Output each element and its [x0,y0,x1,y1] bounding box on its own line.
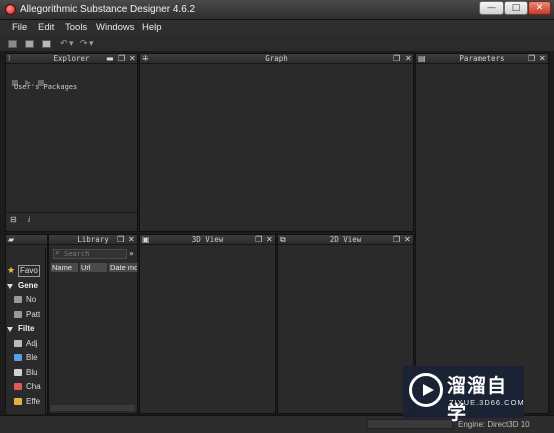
library-tree-item[interactable]: Adj [6,337,45,350]
pattern-icon [14,310,22,318]
float-icon[interactable]: ❐ [118,54,125,64]
menu-bar: File Edit Tools Windows Help [0,20,554,36]
library-tree-label: Gene [18,280,39,290]
redo-dropdown-icon[interactable]: ▾ [89,39,100,49]
library-tree-label: Effe [26,396,41,406]
open-package-icon[interactable] [25,39,36,49]
library-tree-item[interactable]: Effe [6,395,45,408]
graph-header: ⁜ Graph ❐ ✕ [140,54,413,64]
library-search-input[interactable]: ⌕ Search [53,249,127,259]
close-panel-icon[interactable]: ✕ [539,54,546,64]
main-toolbar: ↶ ▾ ↷ ▾ [0,36,554,52]
undo-dropdown-icon[interactable]: ▾ [69,39,80,49]
library-horizontal-scrollbar[interactable] [51,405,135,411]
explorer-header: ⁝ Explorer ▬ ❐ ✕ [6,54,137,64]
graph-title: Graph [265,54,288,63]
library-tree-item[interactable]: Filte [6,322,45,335]
library-tree-label: Filte [18,324,35,333]
parameters-panel: ▤ Parameters ❐ ✕ [415,53,549,414]
library-tree-item[interactable]: Patt [6,308,45,321]
play-logo-icon [409,373,443,407]
library-header: Library ❐ ✕ [49,235,137,245]
library-tree-item[interactable]: Blu [6,366,45,379]
parameters-body [416,65,548,413]
library-tree-item[interactable]: No [6,293,45,306]
title-bar: Allegorithmic Substance Designer 4.6.2 —… [0,0,554,20]
library-tree-label: Cha [26,382,41,391]
close-button[interactable]: ✕ [528,1,551,15]
float-icon[interactable]: ❐ [528,54,535,64]
library-tree-item[interactable]: ★ Favo [6,264,45,277]
library-search-placeholder: Search [64,250,90,258]
parameters-header: ▤ Parameters ❐ ✕ [416,54,548,64]
new-package-icon[interactable] [8,39,19,49]
float-icon[interactable]: ❐ [393,54,400,64]
triangle-down-icon [7,283,13,289]
window-title: Allegorithmic Substance Designer 4.6.2 [20,4,196,15]
folder-icon: ▰ [8,235,15,244]
menu-help[interactable]: Help [142,22,162,33]
user-packages-root[interactable]: User's Packages [14,83,77,91]
star-icon: ★ [7,265,16,275]
graph-canvas[interactable] [140,65,413,231]
view2d-header: ⧉ 2D View ❐ ✕ [278,235,413,245]
maximize-button[interactable]: □ [504,1,528,15]
menu-edit[interactable]: Edit [38,22,54,33]
library-tree-item[interactable]: Gene [6,279,45,292]
blur-icon [14,368,22,376]
library-tree-label: Patt [26,309,41,319]
search-icon: ⌕ [55,249,60,257]
float-icon[interactable]: ❐ [255,235,262,245]
view3d-header: ▣ 3D View ❐ ✕ [140,235,275,245]
explorer-footer: ⊟ i [6,212,137,226]
info-icon[interactable]: i [28,215,30,225]
close-panel-icon[interactable]: ✕ [404,235,411,245]
node-icon [14,296,22,303]
close-panel-icon[interactable]: ✕ [128,235,135,245]
float-icon[interactable]: ❐ [117,235,124,245]
library-panel: Library ❐ ✕ ⌕ Search » Name Url Date mo [48,234,138,414]
view3d-panel: ▣ 3D View ❐ ✕ [139,234,276,414]
expand-icon[interactable]: » [129,249,134,259]
effects-icon [14,397,22,405]
channels-icon [14,383,22,390]
close-panel-icon[interactable]: ✕ [129,54,136,64]
column-url[interactable]: Url [79,262,108,273]
new-icon[interactable]: ▬ [106,54,114,64]
status-progress-bar [367,419,453,429]
blend-icon [14,354,22,361]
watermark: 溜溜自学 ZIXUE.3D66.COM [403,366,525,424]
view2d-panel: ⧉ 2D View ❐ ✕ [277,234,414,414]
minimize-button[interactable]: — [479,1,504,15]
app-logo-icon [5,4,16,15]
float-icon[interactable]: ❐ [393,235,400,245]
view2d-canvas[interactable] [278,246,413,413]
library-tree-item[interactable]: Ble [6,351,45,364]
new-folder-icon[interactable]: ⊟ [10,215,17,225]
triangle-down-icon [7,327,13,332]
column-date-modified[interactable]: Date mo [108,262,138,273]
library-tree-header: ▰ [6,235,47,245]
close-panel-icon[interactable]: ✕ [266,235,273,245]
menu-tools[interactable]: Tools [65,22,87,33]
library-tree: ★ Favo Gene No Patt Filte Adj Ble Blu Cha Effe [6,248,46,414]
view3d-canvas[interactable] [140,246,275,413]
menu-windows[interactable]: Windows [96,22,135,33]
library-tree-label: Blu [26,367,38,377]
explorer-panel: ⁝ Explorer ▬ ❐ ✕ ■ ▶ ■ User's Packages ⊟… [5,53,138,232]
library-tree-item[interactable]: Cha [6,380,45,393]
menu-file[interactable]: File [12,22,27,33]
library-tree-label: No [26,295,37,304]
watermark-url: ZIXUE.3D66.COM [449,398,525,407]
save-package-icon[interactable] [42,39,53,49]
column-name[interactable]: Name [50,262,79,273]
library-tree-label: Adj [26,338,38,348]
close-panel-icon[interactable]: ✕ [405,54,412,64]
graph-panel: ⁜ Graph ❐ ✕ [139,53,414,232]
library-tree-label: Ble [26,353,38,362]
adjust-icon [14,339,22,347]
library-tree-label: Favo [18,265,40,277]
